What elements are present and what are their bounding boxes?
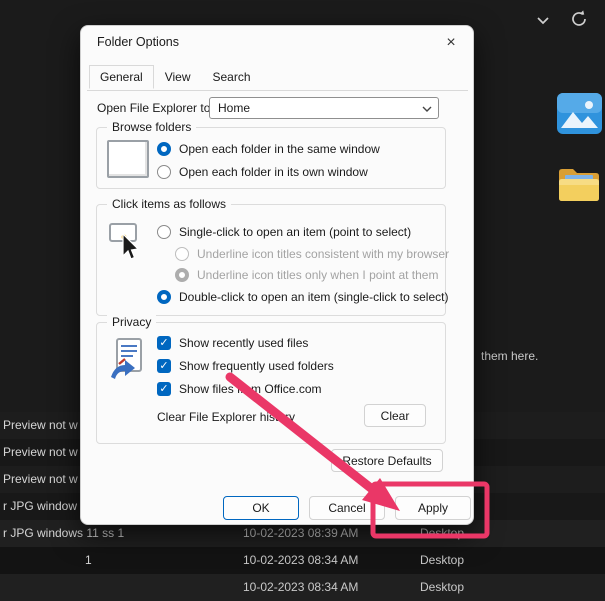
tab-divider <box>87 90 468 91</box>
radio-label: Underline icon titles consistent with my… <box>197 247 449 261</box>
dialog-title: Folder Options <box>97 26 179 58</box>
radio-label: Open each folder in its own window <box>179 165 368 179</box>
drop-hint-text: them here. <box>481 349 538 363</box>
privacy-document-icon <box>105 337 151 383</box>
tab-view[interactable]: View <box>154 65 202 89</box>
refresh-icon[interactable] <box>567 7 591 31</box>
clear-button[interactable]: Clear <box>364 404 426 427</box>
open-explorer-dropdown[interactable]: Home <box>209 97 439 119</box>
apply-button[interactable]: Apply <box>395 496 471 520</box>
checkbox-frequent-folders[interactable]: ✓ Show frequently used folders <box>157 358 334 374</box>
chevron-down-icon <box>421 104 433 114</box>
restore-defaults-button[interactable]: Restore Defaults <box>331 449 443 472</box>
checkbox-label: Show files from Office.com <box>179 382 322 396</box>
radio-label: Double-click to open an item (single-cli… <box>179 290 448 304</box>
tab-general[interactable]: General <box>89 65 154 89</box>
file-name: r JPG window <box>3 493 77 520</box>
radio-label: Single-click to open an item (point to s… <box>179 225 411 239</box>
radio-selected-icon <box>157 290 171 304</box>
folder-window-icon <box>107 140 149 178</box>
radio-underline-browser: Underline icon titles consistent with my… <box>175 246 449 262</box>
radio-selected-icon <box>157 142 171 156</box>
open-explorer-label: Open File Explorer to: <box>97 98 214 118</box>
group-legend: Browse folders <box>107 120 196 135</box>
radio-icon <box>157 225 171 239</box>
radio-disabled-selected-icon <box>175 268 189 282</box>
clear-history-label: Clear File Explorer history <box>157 409 295 425</box>
tab-strip: General View Search <box>89 64 262 88</box>
yellow-folder-icon[interactable] <box>557 166 601 209</box>
file-date: 10-02-2023 08:34 AM <box>243 547 358 574</box>
radio-same-window[interactable]: Open each folder in the same window <box>157 141 380 157</box>
close-button[interactable]: × <box>439 32 463 54</box>
file-location: Desktop <box>420 574 464 601</box>
dropdown-value: Home <box>218 101 250 115</box>
table-row[interactable]: 10-02-2023 08:34 AM Desktop <box>0 574 605 601</box>
group-legend: Click items as follows <box>107 197 231 212</box>
radio-double-click[interactable]: Double-click to open an item (single-cli… <box>157 289 448 305</box>
checkbox-office-files[interactable]: ✓ Show files from Office.com <box>157 381 322 397</box>
radio-own-window[interactable]: Open each folder in its own window <box>157 164 368 180</box>
file-name: 1 <box>85 547 92 574</box>
cancel-button[interactable]: Cancel <box>309 496 385 520</box>
file-name: Preview not w <box>3 412 78 439</box>
radio-icon <box>157 165 171 179</box>
checkbox-checked-icon: ✓ <box>157 336 171 350</box>
browse-folders-group: Browse folders Open each folder in the s… <box>96 127 446 189</box>
checkbox-checked-icon: ✓ <box>157 359 171 373</box>
pictures-folder-icon[interactable] <box>556 92 603 140</box>
checkbox-label: Show recently used files <box>179 336 308 350</box>
table-row[interactable]: 1 10-02-2023 08:34 AM Desktop <box>0 547 605 574</box>
folder-options-dialog: Folder Options × General View Search Ope… <box>80 25 474 525</box>
file-location: Desktop <box>420 547 464 574</box>
radio-disabled-icon <box>175 247 189 261</box>
checkbox-label: Show frequently used folders <box>179 359 334 373</box>
mouse-click-icon <box>107 221 147 267</box>
tab-search[interactable]: Search <box>202 65 262 89</box>
click-items-group: Click items as follows Single-click to o… <box>96 204 446 316</box>
file-name: Preview not w <box>3 439 78 466</box>
ok-button[interactable]: OK <box>223 496 299 520</box>
checkbox-recent-files[interactable]: ✓ Show recently used files <box>157 335 308 351</box>
radio-label: Underline icon titles only when I point … <box>197 268 438 282</box>
file-name: Preview not w <box>3 466 78 493</box>
checkbox-checked-icon: ✓ <box>157 382 171 396</box>
radio-underline-point: Underline icon titles only when I point … <box>175 267 438 283</box>
radio-label: Open each folder in the same window <box>179 142 380 156</box>
group-legend: Privacy <box>107 315 156 330</box>
chevron-down-icon[interactable] <box>531 8 555 32</box>
radio-single-click[interactable]: Single-click to open an item (point to s… <box>157 224 411 240</box>
file-date: 10-02-2023 08:34 AM <box>243 574 358 601</box>
